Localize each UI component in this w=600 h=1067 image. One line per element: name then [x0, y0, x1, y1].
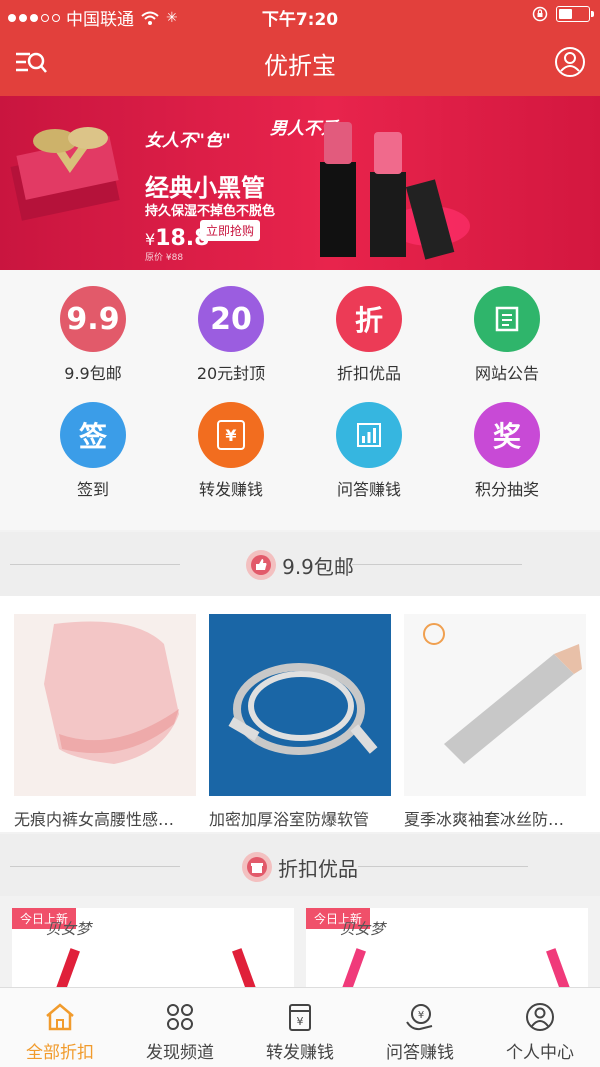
checkin-icon: 签	[60, 402, 126, 468]
nine-nine-icon: 9.9	[60, 286, 126, 352]
product-card[interactable]: 无痕内裤女高腰性感…	[14, 614, 196, 830]
tab-all-discounts[interactable]: 全部折扣	[0, 988, 120, 1067]
promo-banner[interactable]: 女人不"色" 男人不爱 经典小黑管 持久保湿不掉色不脱色 ¥18.8 立即抢购 …	[0, 96, 600, 270]
tab-profile[interactable]: 个人中心	[480, 988, 600, 1067]
product-name: 夏季冰爽袖套冰丝防…	[404, 810, 565, 829]
wallet-icon: ¥	[289, 1004, 311, 1031]
profile-icon	[526, 1003, 554, 1031]
banner-small-text: 原价 ¥88	[145, 253, 184, 263]
section-title-text: 折扣优品	[278, 856, 358, 881]
battery-icon	[556, 6, 594, 22]
tab-label: 全部折扣	[26, 1043, 94, 1063]
section-header-9-9: 9.9包邮	[0, 532, 600, 596]
tab-share-earn[interactable]: ¥ 转发赚钱	[240, 988, 360, 1067]
page-title: 优折宝	[264, 52, 336, 80]
section-header-discount: 折扣优品	[0, 834, 600, 898]
banner-subtitle: 持久保湿不掉色不脱色	[145, 204, 276, 219]
category-label: 问答赚钱	[336, 480, 401, 499]
discount-list: 今日上新 贝女梦 今日上新 贝女梦	[0, 896, 600, 1008]
product-image	[404, 614, 586, 796]
category-label: 20元封顶	[196, 364, 266, 383]
discount-icon: 折	[336, 286, 402, 352]
category-label: 积分抽奖	[474, 480, 539, 499]
user-icon[interactable]	[554, 46, 586, 78]
twenty-icon: 20	[198, 286, 264, 352]
brand-logo: 贝女梦	[46, 920, 92, 938]
tab-discover[interactable]: 发现频道	[120, 988, 240, 1067]
product-card[interactable]: 夏季冰爽袖套冰丝防…	[404, 614, 586, 830]
nav-bar: 优折宝	[0, 30, 600, 96]
lipstick-image	[320, 122, 455, 260]
rotation-lock-icon	[532, 6, 548, 22]
bottom-tab-bar: 全部折扣 发现频道 ¥ 转发赚钱 ¥ 问答赚钱 个人中心	[0, 987, 600, 1067]
share-money-icon: ¥	[198, 402, 264, 468]
banner-title: 经典小黑管	[145, 174, 265, 202]
price-prefix: ¥	[145, 230, 156, 249]
discover-icon	[167, 1004, 193, 1030]
gift-box-image	[10, 127, 120, 221]
category-grid: 9.9 9.9包邮 20 20元封顶 折 折扣优品 网站公告 签 签到 ¥ 转发…	[0, 270, 600, 530]
product-image	[209, 614, 391, 796]
section-title: 9.9包邮	[0, 550, 600, 580]
category-lottery[interactable]: 奖 积分抽奖	[432, 402, 582, 500]
tab-label: 发现频道	[146, 1043, 214, 1063]
category-qa-earn[interactable]: 问答赚钱	[294, 402, 444, 500]
category-discount[interactable]: 折 折扣优品	[294, 286, 444, 384]
category-label: 9.9包邮	[64, 364, 122, 383]
category-announcement[interactable]: 网站公告	[432, 286, 582, 384]
tab-label: 转发赚钱	[266, 1043, 334, 1063]
banner-slogan-1: 女人不"色"	[145, 131, 231, 151]
bar-chart-icon	[336, 402, 402, 468]
tab-label: 个人中心	[506, 1043, 574, 1063]
brand-logo: 贝女梦	[340, 920, 386, 938]
product-card[interactable]: 加密加厚浴室防爆软管	[209, 614, 391, 830]
tab-qa-earn[interactable]: ¥ 问答赚钱	[360, 988, 480, 1067]
status-right	[532, 6, 594, 22]
svg-text:¥: ¥	[297, 1015, 304, 1028]
buy-now-button[interactable]: 立即抢购	[200, 220, 261, 241]
section-title-text: 9.9包邮	[282, 554, 354, 579]
category-label: 网站公告	[474, 364, 539, 383]
category-checkin[interactable]: 签 签到	[18, 402, 168, 500]
product-image	[14, 614, 196, 796]
category-label: 转发赚钱	[198, 480, 263, 499]
product-list: 无痕内裤女高腰性感… 加密加厚浴室防爆软管 夏季冰爽袖套冰丝防…	[0, 596, 600, 832]
qa-money-icon: ¥	[406, 1004, 433, 1031]
category-share-earn[interactable]: ¥ 转发赚钱	[156, 402, 306, 500]
product-name: 无痕内裤女高腰性感…	[14, 810, 175, 829]
status-bar: 中国联通 ✳ 下午7:20	[0, 0, 600, 30]
category-9-9[interactable]: 9.9 9.9包邮	[18, 286, 168, 384]
lottery-icon: 奖	[474, 402, 540, 468]
thumbs-up-icon	[246, 550, 277, 580]
status-time: 下午7:20	[261, 10, 339, 30]
svg-text:¥: ¥	[418, 1010, 424, 1021]
product-name: 加密加厚浴室防爆软管	[209, 810, 370, 829]
tab-label: 问答赚钱	[386, 1043, 454, 1063]
home-icon	[46, 1003, 74, 1031]
section-title: 折扣优品	[0, 852, 600, 882]
category-label: 签到	[76, 480, 109, 499]
gift-icon	[242, 852, 272, 882]
category-20-cap[interactable]: 20 20元封顶	[156, 286, 306, 384]
announcement-icon	[474, 286, 540, 352]
category-label: 折扣优品	[336, 364, 401, 383]
